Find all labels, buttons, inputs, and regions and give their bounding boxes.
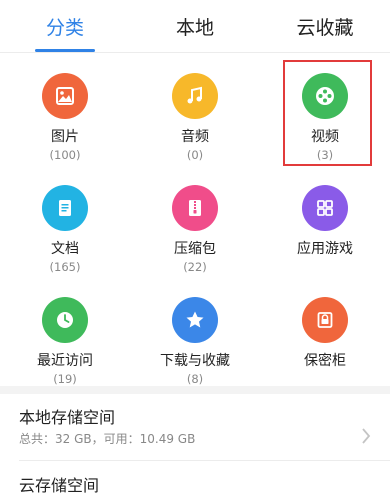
category-video[interactable]: 视频 (3)	[260, 66, 390, 176]
document-icon	[42, 185, 88, 231]
tab-category-label: 分类	[45, 16, 84, 39]
tab-category[interactable]: 分类	[0, 0, 130, 52]
lock-icon	[302, 297, 348, 343]
tab-cloud-favorites-label: 云收藏	[296, 16, 354, 39]
tab-bar: 分类 本地 云收藏	[0, 0, 390, 53]
star-icon	[172, 297, 218, 343]
category-images[interactable]: 图片 (100)	[0, 66, 130, 176]
video-reel-icon	[302, 73, 348, 119]
music-icon	[172, 73, 218, 119]
category-count: (19)	[53, 372, 77, 386]
tab-local-label: 本地	[175, 16, 214, 39]
category-safe-box[interactable]: 保密柜	[260, 290, 390, 400]
category-count: (100)	[49, 148, 81, 162]
apps-grid-icon	[302, 185, 348, 231]
category-label: 最近访问	[37, 353, 93, 369]
local-storage-item[interactable]: 本地存储空间 总共：32 GB，可用：10.49 GB	[0, 408, 390, 460]
category-count: (3)	[316, 148, 334, 162]
category-label: 应用游戏	[297, 241, 353, 257]
section-divider	[0, 386, 390, 394]
chevron-right-icon	[362, 428, 371, 444]
category-label: 压缩包	[174, 241, 216, 257]
clock-icon	[42, 297, 88, 343]
category-label: 视频	[311, 129, 339, 145]
category-audio[interactable]: 音频 (0)	[130, 66, 260, 176]
archive-icon	[172, 185, 218, 231]
category-count: (0)	[186, 148, 204, 162]
category-apps-games[interactable]: 应用游戏	[260, 178, 390, 288]
cloud-storage-item[interactable]: 云存储空间	[0, 476, 390, 500]
category-downloads-favorites[interactable]: 下载与收藏 (8)	[130, 290, 260, 400]
category-archives[interactable]: 压缩包 (22)	[130, 178, 260, 288]
image-icon	[42, 73, 88, 119]
category-grid: 图片 (100) 音频 (0) 视频 (3) 文档 (165) 压缩包 (22)…	[0, 66, 390, 400]
category-recent[interactable]: 最近访问 (19)	[0, 290, 130, 400]
local-storage-usage: 总共：32 GB，可用：10.49 GB	[19, 432, 196, 446]
row-divider	[19, 460, 390, 461]
cloud-storage-title: 云存储空间	[19, 476, 100, 495]
category-documents[interactable]: 文档 (165)	[0, 178, 130, 288]
category-label: 文档	[51, 241, 79, 257]
local-storage-title: 本地存储空间	[19, 408, 116, 427]
tab-local[interactable]: 本地	[130, 0, 260, 52]
category-label: 音频	[181, 129, 209, 145]
category-count: (8)	[186, 372, 204, 386]
active-tab-indicator	[35, 49, 95, 52]
category-count: (165)	[49, 260, 81, 274]
category-label: 下载与收藏	[160, 353, 230, 369]
category-label: 保密柜	[304, 353, 346, 369]
category-label: 图片	[51, 129, 79, 145]
tab-cloud-favorites[interactable]: 云收藏	[260, 0, 390, 52]
category-count: (22)	[183, 260, 207, 274]
